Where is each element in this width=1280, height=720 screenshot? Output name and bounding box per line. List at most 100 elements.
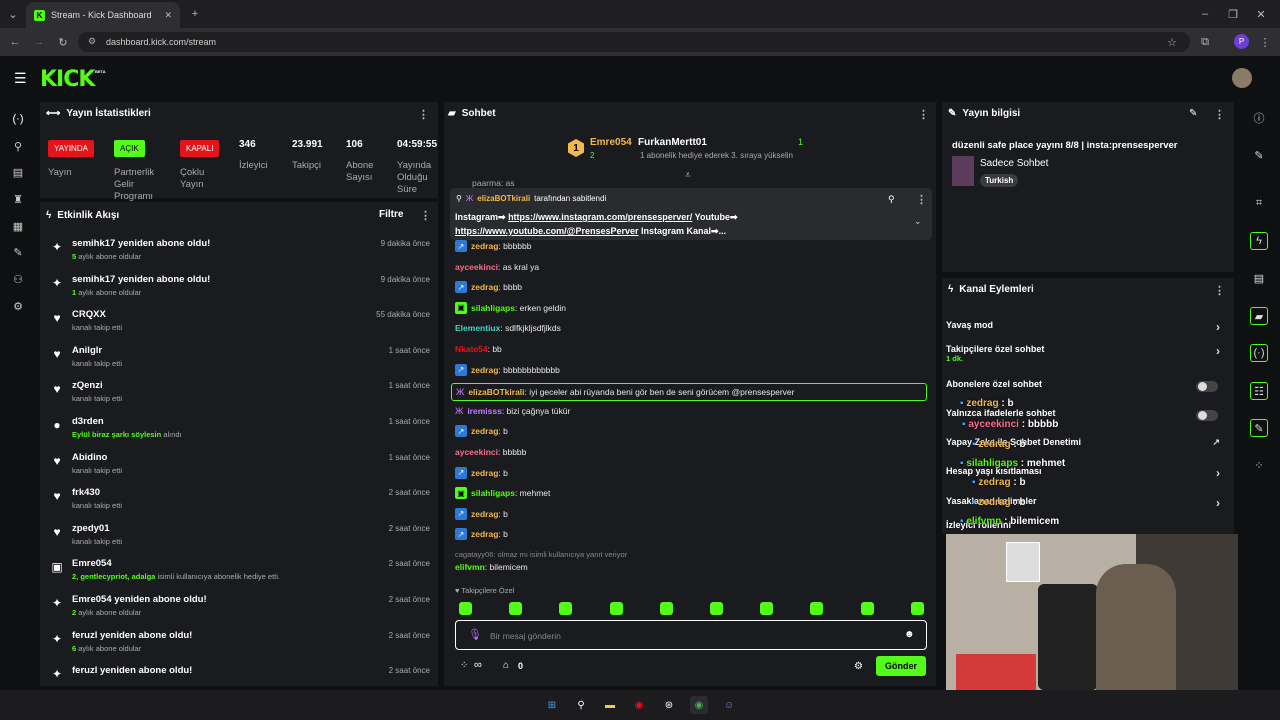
chat-username[interactable]: ayceekinci (455, 262, 498, 272)
activity-item[interactable]: ♥ Anilglr kanalı takip etti 1 saat önce (46, 343, 434, 377)
restore-icon[interactable]: ❐ (1224, 5, 1242, 23)
chrome-active-icon[interactable]: ◉ (690, 696, 708, 714)
chat-message[interactable]: ↗ zedrag: b (455, 507, 508, 521)
emoji-icon[interactable]: ☻ (904, 629, 915, 640)
chat-username[interactable]: elizaBOTkirali (468, 387, 524, 397)
chat-username[interactable]: silahligaps (471, 488, 515, 498)
emote-icon[interactable] (559, 602, 573, 615)
chevron-right-icon[interactable]: › (1216, 496, 1220, 510)
chat-username[interactable]: zedrag (471, 241, 498, 251)
stream-rail-icon[interactable]: (·) (1250, 344, 1268, 362)
stream-info-menu-icon[interactable]: ⋮ (1214, 108, 1225, 121)
second-leader-name[interactable]: FurkanMertt01 (638, 137, 707, 148)
activity-item[interactable]: ♥ zQenzi kanalı takip etti 1 saat önce (46, 378, 434, 412)
stream-icon[interactable]: (·) (10, 111, 26, 127)
external-link-icon[interactable]: ↗ (1212, 437, 1220, 448)
file-explorer-icon[interactable]: ▬ (601, 696, 619, 714)
close-window-icon[interactable]: ✕ (1252, 5, 1270, 23)
edit-icon[interactable]: ✎ (1189, 108, 1197, 119)
notes-icon[interactable]: ▤ (1250, 269, 1268, 287)
chat-message[interactable]: Nkate54: bb (455, 342, 502, 356)
chat-message[interactable]: ЖelizaBOTkirali: iyi geceler abi rüyanda… (451, 383, 927, 402)
info-icon[interactable]: ⓘ (1250, 109, 1268, 127)
mic-icon[interactable]: 🎙 (468, 628, 482, 641)
chat-message[interactable]: ↗ zedrag: bbbb (455, 280, 522, 294)
trophy-icon[interactable]: ♜ (10, 191, 26, 207)
activity-item[interactable]: ✦ semihk17 yeniden abone oldu! 1 aylık abo… (46, 272, 434, 306)
activity-item[interactable]: ▣ Emre054 2, gentlecypriot, adalga isimli … (46, 556, 434, 590)
toggle-switch[interactable] (1196, 410, 1218, 421)
pinned-message[interactable]: ⚲ Ж elizaBOTkirali tarafından sabitlendi… (450, 188, 932, 240)
chat-menu-icon[interactable]: ⋮ (918, 108, 929, 121)
layout-rail-icon[interactable]: ☷ (1250, 382, 1268, 400)
activity-item[interactable]: ✦ semihk17 yeniden abone oldu! 5 aylık abo… (46, 236, 434, 270)
activity-item[interactable]: ♥ zpedy01 kanalı takip etti 2 saat önce (46, 521, 434, 555)
chat-rail-icon[interactable]: ▰ (1250, 307, 1268, 325)
chrome-icon[interactable]: ◉ (630, 696, 648, 714)
crop-icon[interactable]: ⌗ (1250, 194, 1268, 212)
chat-message[interactable]: ↗ zedrag: b (455, 424, 508, 438)
chat-username[interactable]: ayceekinci (455, 447, 498, 457)
channel-actions-menu-icon[interactable]: ⋮ (1214, 284, 1225, 297)
points-icon[interactable]: ⁘ (460, 660, 468, 671)
reload-icon[interactable]: ↻ (54, 33, 72, 51)
chat-username[interactable]: Elementiux (455, 323, 500, 333)
chat-username[interactable]: zedrag (471, 282, 498, 292)
chevron-right-icon[interactable]: › (1216, 344, 1220, 358)
chat-message[interactable]: Elementiux: sdlfkjklјsdfjlkds (455, 321, 561, 335)
activity-item[interactable]: ♥ Abidino kanalı takip etti 1 saat önce (46, 450, 434, 484)
chat-message[interactable]: ▣ silahligaps: erken geldin (455, 301, 566, 315)
chat-username[interactable]: Nkate54 (455, 344, 488, 354)
chat-username[interactable]: iremisss (467, 406, 502, 416)
browser-tab[interactable]: K Stream - Kick Dashboard ✕ (26, 2, 180, 28)
app-icon[interactable]: ⊛ (660, 696, 678, 714)
youtube-link[interactable]: https://www.youtube.com/@PrensesPerver (455, 226, 639, 236)
chat-message[interactable]: elifvmn: bilemicem (455, 560, 528, 574)
forward-icon[interactable]: → (30, 33, 48, 51)
lightning-rail-icon[interactable]: ϟ (1250, 232, 1268, 250)
chat-username[interactable]: zedrag (471, 365, 498, 375)
edit-rail-icon[interactable]: ✎ (1250, 146, 1268, 164)
chat-message[interactable]: ↗ zedrag: b (455, 527, 508, 541)
close-tab-icon[interactable]: ✕ (164, 10, 172, 21)
wrench-rail-icon[interactable]: ✎ (1250, 419, 1268, 437)
new-tab-icon[interactable]: + (186, 5, 204, 23)
send-button[interactable]: Gönder (876, 656, 926, 676)
kick-logo[interactable]: KICK (40, 67, 95, 92)
store-icon[interactable]: ⌂ (503, 660, 509, 671)
chat-settings-icon[interactable]: ⚙ (854, 661, 863, 672)
profile-avatar[interactable]: P (1234, 34, 1249, 49)
emote-icon[interactable] (509, 602, 523, 615)
browser-menu-icon[interactable]: ⋮ (1256, 33, 1274, 51)
back-icon[interactable]: ← (6, 33, 24, 51)
emote-icon[interactable] (609, 602, 623, 615)
hamburger-menu-icon[interactable]: ☰ (14, 70, 27, 87)
chat-message[interactable]: Жiremisss: bizi çağnya tükür (455, 404, 570, 418)
emote-icon[interactable] (659, 602, 673, 615)
library-icon[interactable]: ▦ (10, 218, 26, 234)
discord-icon[interactable]: ☺ (720, 696, 738, 714)
chat-username[interactable]: zedrag (471, 529, 498, 539)
pinned-menu-icon[interactable]: ⋮ (916, 193, 927, 206)
tab-search-icon[interactable]: ⌄ (4, 5, 22, 23)
minimize-icon[interactable]: – (1196, 5, 1214, 23)
emote-icon[interactable] (910, 602, 924, 615)
emote-icon[interactable] (860, 602, 874, 615)
chat-username[interactable]: silahligaps (471, 303, 515, 313)
activity-item[interactable]: ● d3rden Eylül biraz şarkı söylesin alındı… (46, 414, 434, 448)
channel-action-item[interactable]: Takipçilere özel sohbet 1 dk. › (946, 344, 1226, 363)
emote-icon[interactable] (760, 602, 774, 615)
chat-username[interactable]: zedrag (471, 468, 498, 478)
unpin-icon[interactable]: ⚲ (888, 194, 895, 205)
emote-icon[interactable] (810, 602, 824, 615)
community-icon[interactable]: ⚇ (10, 271, 26, 287)
stats-menu-icon[interactable]: ⋮ (418, 108, 429, 121)
site-info-icon[interactable]: ⚙ (88, 36, 96, 47)
address-bar[interactable]: ⚙ dashboard.kick.com/stream (78, 32, 1190, 52)
taskbar-search-icon[interactable]: ⚲ (572, 696, 590, 714)
chevron-right-icon[interactable]: › (1216, 466, 1220, 480)
user-avatar[interactable] (1232, 68, 1252, 88)
link-icon[interactable]: ⚲ (10, 138, 26, 154)
tools-icon[interactable]: ✎ (10, 244, 26, 260)
settings-icon[interactable]: ⚙ (10, 298, 26, 314)
